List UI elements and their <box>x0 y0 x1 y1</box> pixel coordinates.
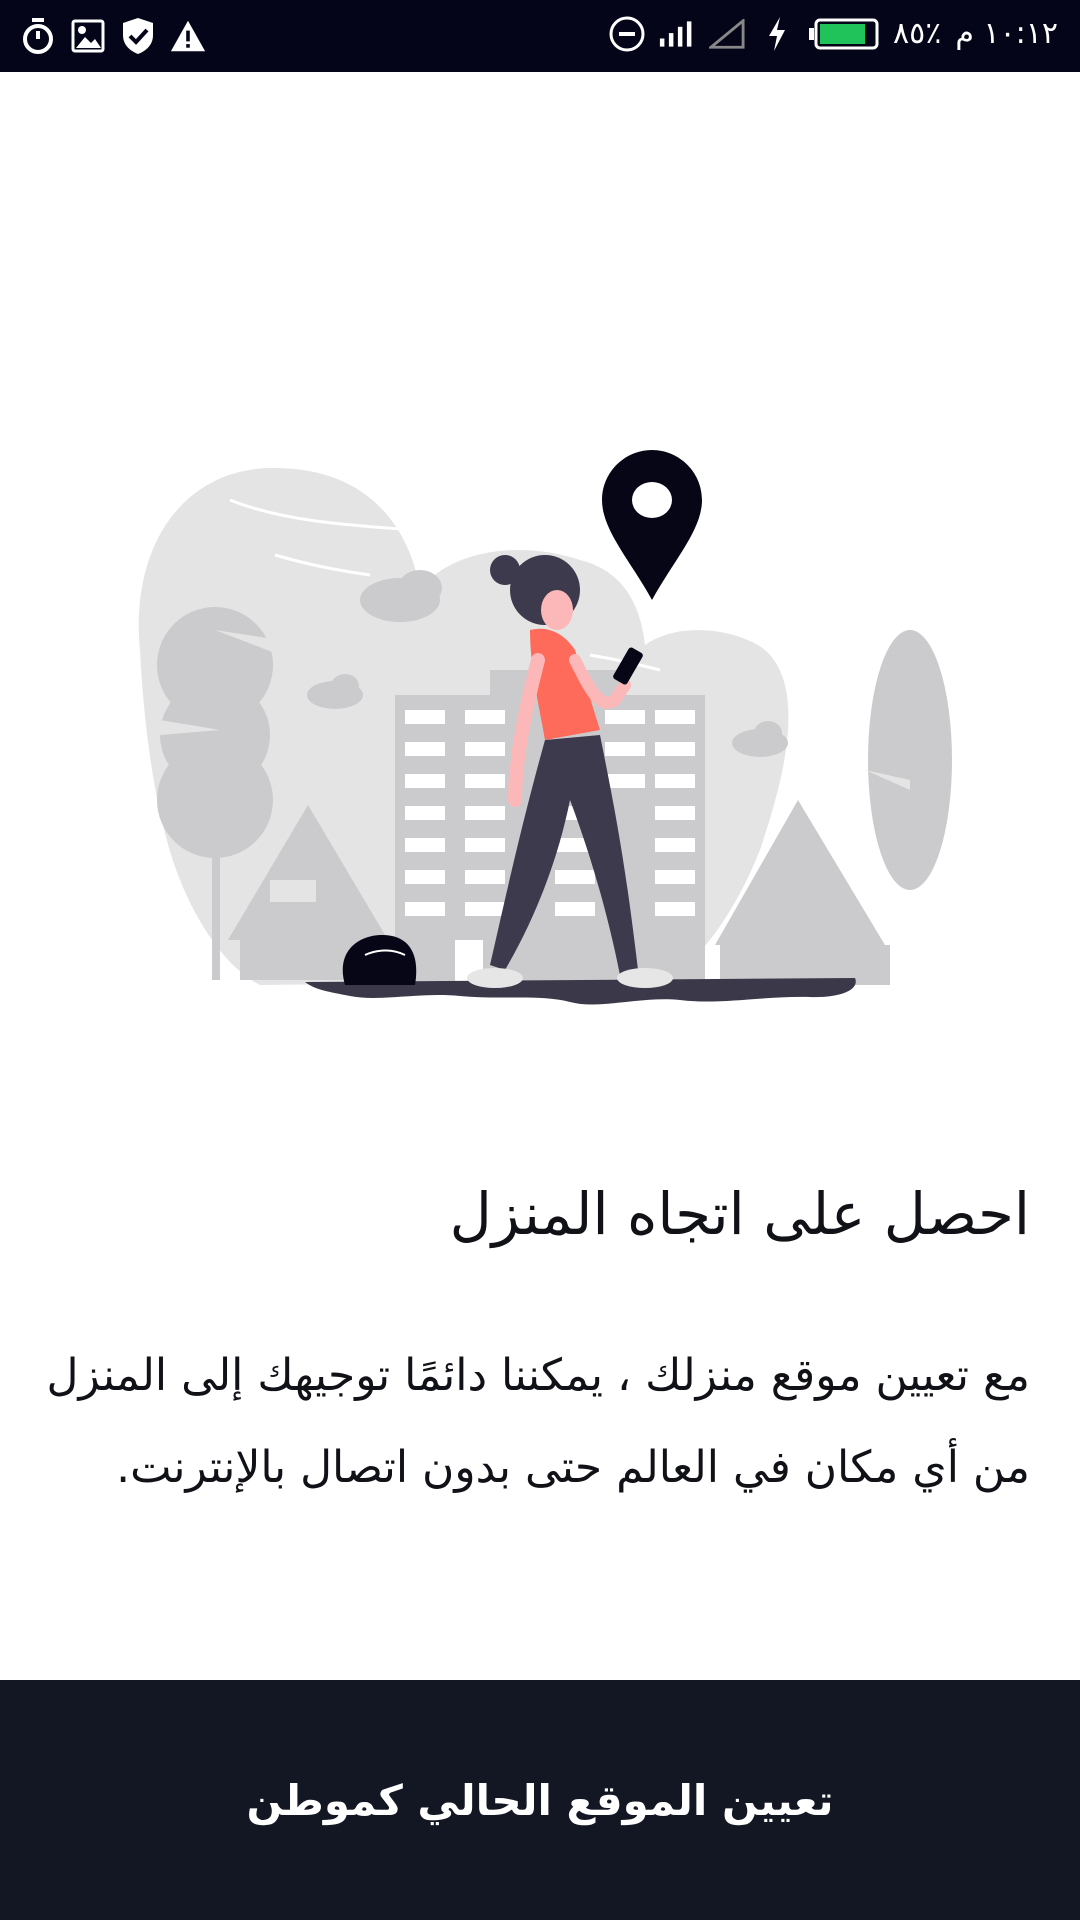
no-signal-icon <box>708 12 745 56</box>
page-title: احصل على اتجاه المنزل <box>449 1180 1030 1248</box>
status-right-icons: ٨٥٪ ١٠:١٢ م <box>609 12 1058 56</box>
battery-icon <box>808 12 879 56</box>
timer-icon <box>20 14 56 58</box>
do-not-disturb-icon <box>609 12 645 56</box>
shield-check-icon <box>120 14 156 58</box>
set-current-location-as-home-button[interactable]: تعيين الموقع الحالي كموطن <box>0 1680 1080 1920</box>
battery-percent: ٨٥٪ <box>892 16 942 51</box>
home-location-illustration <box>120 430 960 1020</box>
signal-icon <box>659 12 695 56</box>
tree-right <box>868 630 952 890</box>
status-bar: ٨٥٪ ١٠:١٢ م <box>0 0 1080 72</box>
status-left-icons <box>20 14 206 58</box>
clock: ١٠:١٢ م <box>955 16 1058 51</box>
description-text: مع تعيين موقع منزلك ، يمكننا دائمًا توجي… <box>46 1350 1030 1493</box>
charging-icon <box>759 12 795 56</box>
location-pin-icon <box>602 450 702 600</box>
image-icon <box>70 14 106 58</box>
warning-icon <box>170 14 206 58</box>
